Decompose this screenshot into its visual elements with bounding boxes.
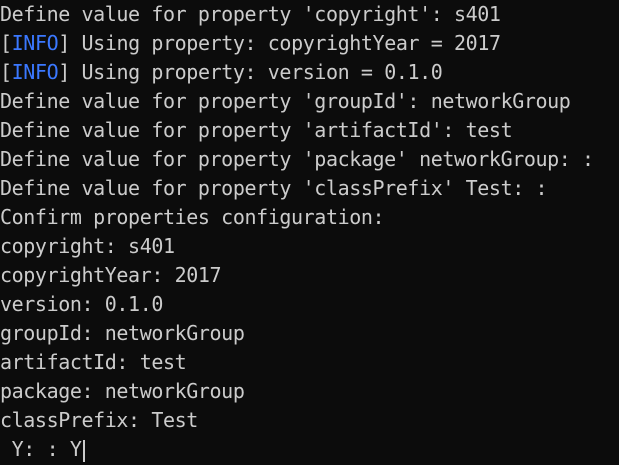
output-line-summary-copyright: copyright: s401 bbox=[0, 234, 175, 258]
output-line-classprefix-prompt: Define value for property 'classPrefix' … bbox=[0, 176, 548, 200]
output-line-confirm-heading: Confirm properties configuration: bbox=[0, 205, 385, 229]
output-line-copyright-prompt: Define value for property 'copyright': s… bbox=[0, 2, 501, 26]
prompt-input-text[interactable]: Y: : Y bbox=[0, 437, 82, 461]
output-line-summary-classprefix: classPrefix: Test bbox=[0, 408, 198, 432]
output-line-summary-version: version: 0.1.0 bbox=[0, 292, 163, 316]
output-line-groupid-prompt: Define value for property 'groupId': net… bbox=[0, 89, 571, 113]
terminal-window[interactable]: Define value for property 'copyright': s… bbox=[0, 0, 619, 465]
output-line-artifactid-prompt: Define value for property 'artifactId': … bbox=[0, 118, 513, 142]
command-prompt-line[interactable]: Y: : Y bbox=[0, 435, 619, 464]
output-line-summary-package: package: networkGroup bbox=[0, 379, 245, 403]
output-line-package-prompt: Define value for property 'package' netw… bbox=[0, 147, 594, 171]
output-line-summary-artifactid: artifactId: test bbox=[0, 350, 187, 374]
output-line-info-copyright-year: [INFO] Using property: copyrightYear = 2… bbox=[0, 31, 501, 55]
info-tag: INFO bbox=[11, 31, 59, 55]
output-line-summary-copyright-year: copyrightYear: 2017 bbox=[0, 263, 222, 287]
output-line-info-version: [INFO] Using property: version = 0.1.0 bbox=[0, 60, 443, 84]
output-line-summary-groupid: groupId: networkGroup bbox=[0, 321, 245, 345]
info-tag: INFO bbox=[11, 60, 59, 84]
text-cursor bbox=[82, 439, 85, 462]
